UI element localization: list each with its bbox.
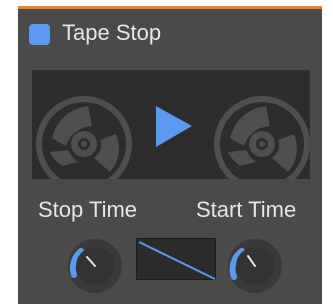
fade-curve-display	[136, 238, 216, 280]
play-icon	[156, 106, 192, 147]
start-time-knob[interactable]	[226, 237, 284, 295]
enable-toggle[interactable]	[29, 24, 50, 45]
start-time-label: Start Time	[196, 197, 297, 222]
stop-time-label: Stop Time	[38, 197, 138, 222]
stop-time-knob[interactable]	[66, 237, 124, 295]
tape-reel-right-icon	[214, 96, 310, 179]
tape-display	[32, 70, 310, 179]
plugin-window: Tape Stop Stop Time Start Time	[0, 0, 333, 304]
tape-reel-left-icon	[36, 96, 132, 179]
tape-stop-panel: Tape Stop Stop Time Start Time	[18, 6, 322, 304]
plugin-title: Tape Stop	[62, 20, 162, 45]
